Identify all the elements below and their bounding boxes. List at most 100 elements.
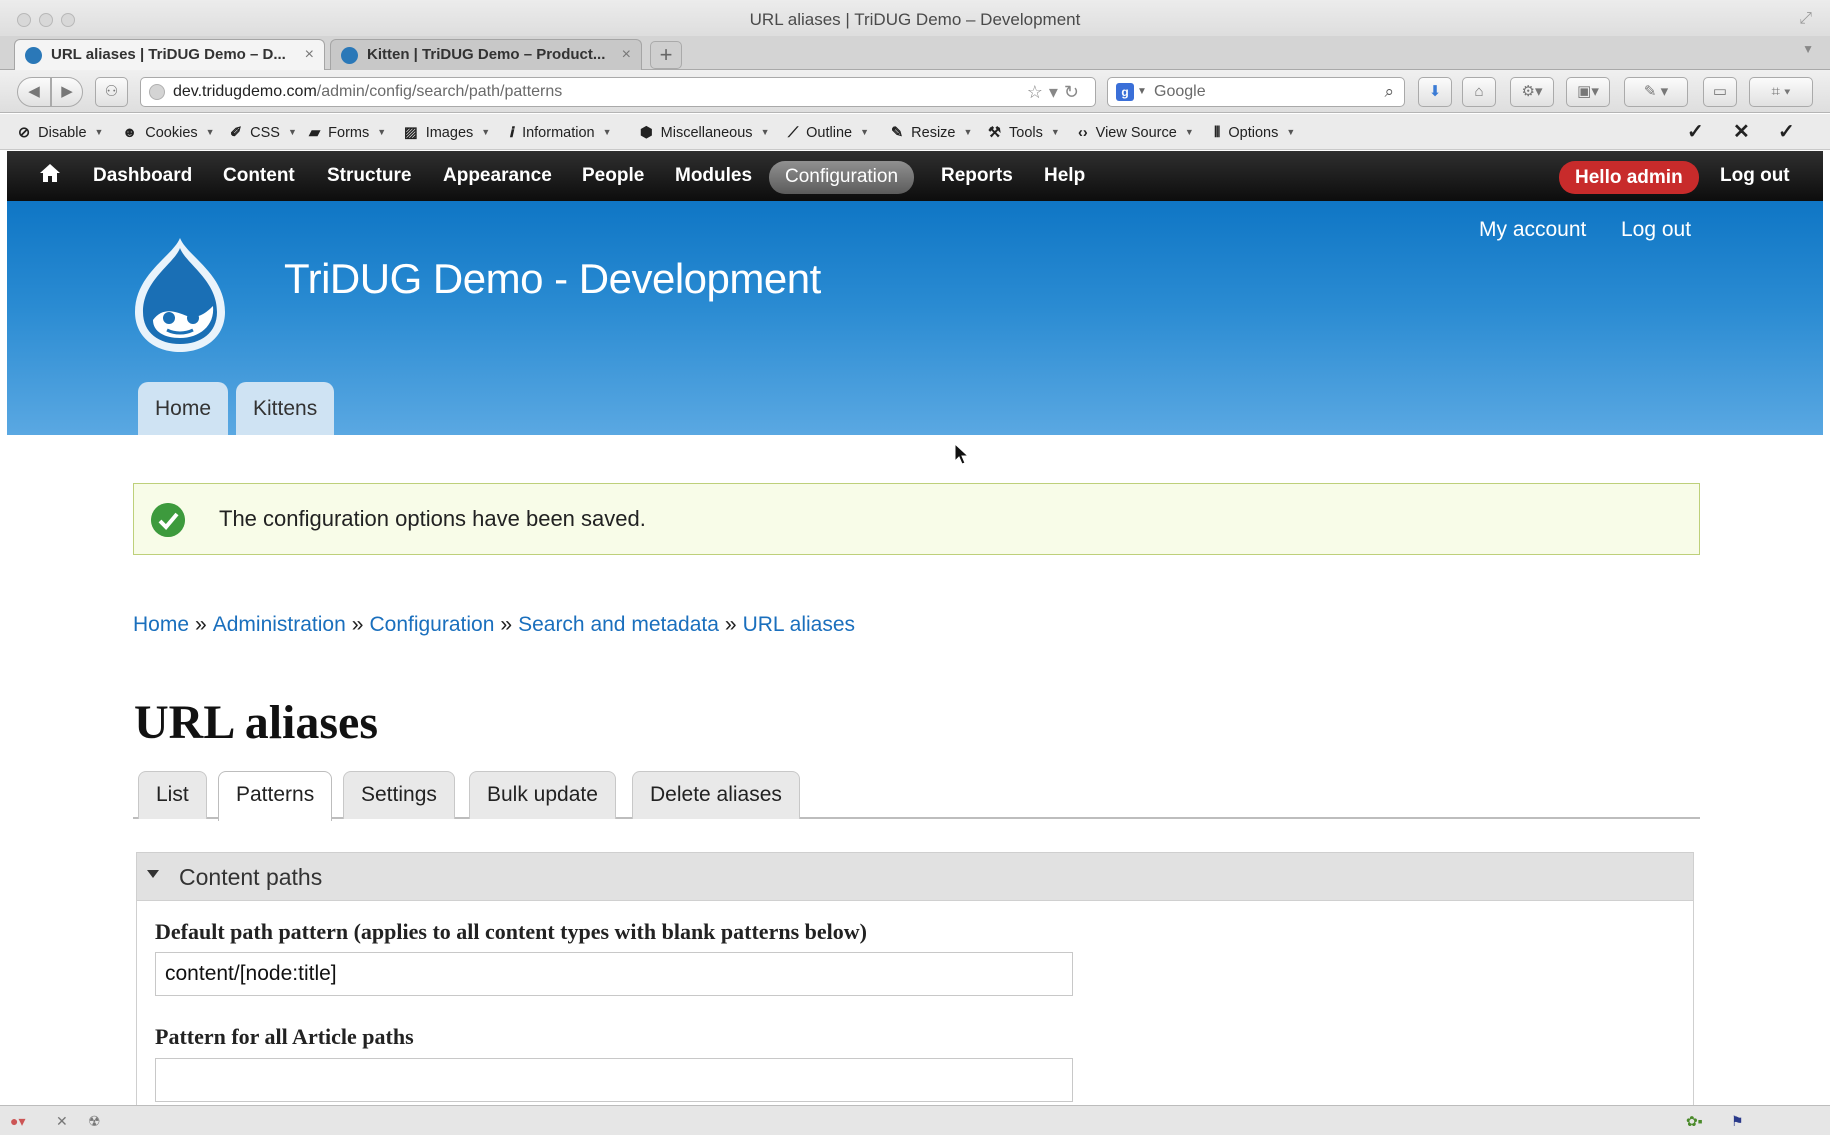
validate-css-check-icon[interactable]: ✓ [1687, 114, 1704, 150]
breadcrumb-home[interactable]: Home [133, 613, 189, 636]
breadcrumb-search-metadata[interactable]: Search and metadata [518, 613, 719, 636]
admin-menu-help[interactable]: Help [1044, 151, 1085, 201]
firebug-icon[interactable]: ☢ [88, 1113, 101, 1130]
admin-menu-modules[interactable]: Modules [675, 151, 752, 201]
search-bar[interactable]: g ▼ Google ⌕ [1107, 77, 1405, 107]
outline-icon: ⟋ [788, 125, 799, 141]
zoom-window-button[interactable] [61, 13, 75, 27]
extension-icon[interactable]: ⚙▾ [1510, 77, 1554, 107]
close-tab-icon[interactable]: × [622, 40, 631, 70]
admin-menu-structure[interactable]: Structure [327, 151, 411, 201]
admin-menu-appearance[interactable]: Appearance [443, 151, 552, 201]
admin-logout-link[interactable]: Log out [1720, 151, 1790, 201]
close-window-button[interactable] [17, 13, 31, 27]
search-engine-icon[interactable]: g [1116, 83, 1134, 101]
browser-status-bar: ●▾ ✕ ☢ ✿▪ ⚑ [0, 1105, 1830, 1135]
close-devbar-icon[interactable]: ✕ [1733, 114, 1750, 150]
mouse-cursor-icon [954, 443, 970, 465]
home-icon[interactable] [39, 162, 61, 184]
tab-list[interactable]: List [138, 771, 207, 819]
url-path: /admin/config/search/path/patterns [316, 83, 563, 100]
dev-menu-forms[interactable]: ▰ Forms ▼ [309, 114, 386, 151]
addon-icon[interactable]: ✎ ▾ [1624, 77, 1688, 107]
admin-menu-reports[interactable]: Reports [941, 151, 1013, 201]
home-icon[interactable]: ⌂ [1462, 77, 1496, 107]
my-account-link[interactable]: My account [1479, 218, 1586, 242]
article-pattern-input[interactable] [155, 1058, 1073, 1102]
drupal-admin-toolbar: Dashboard Content Structure Appearance P… [7, 151, 1823, 201]
main-menu-home[interactable]: Home [138, 382, 229, 435]
dev-menu-tools[interactable]: ⚒ Tools ▼ [988, 114, 1060, 151]
tab-bulk-update[interactable]: Bulk update [469, 771, 616, 819]
admin-menu-content[interactable]: Content [223, 151, 295, 201]
url-host: dev.tridugdemo.com [173, 83, 317, 100]
globe-icon [149, 84, 165, 100]
breadcrumb: Home» Administration» Configuration» Search… [133, 613, 856, 636]
hello-admin-button[interactable]: Hello admin [1559, 161, 1699, 194]
site-name[interactable]: TriDUG Demo - Development [284, 255, 821, 303]
tab-patterns[interactable]: Patterns [218, 771, 333, 821]
tab-delete-aliases[interactable]: Delete aliases [632, 771, 800, 819]
page-title: URL aliases [134, 696, 379, 749]
close-tab-icon[interactable]: × [305, 40, 314, 70]
drupal-logo[interactable] [129, 234, 231, 354]
sidebar-icon[interactable]: ▭ [1703, 77, 1737, 107]
admin-menu-dashboard[interactable]: Dashboard [93, 151, 192, 201]
miscellaneous-icon: ⬢ [640, 125, 653, 141]
chevron-down-icon[interactable]: ▼ [1137, 78, 1147, 106]
window-titlebar: URL aliases | TriDUG Demo – Development … [0, 0, 1830, 40]
checkmark-icon [151, 503, 185, 537]
breadcrumb-configuration[interactable]: Configuration [369, 613, 494, 636]
fieldset-legend[interactable]: Content paths [137, 853, 1693, 901]
dev-menu-view-source[interactable]: ‹› View Source ▼ [1078, 114, 1194, 151]
fullscreen-icon[interactable]: ⤢ [1799, 10, 1812, 28]
disable-icon: ⊘ [18, 125, 31, 141]
flag-icon[interactable]: ⚑ [1731, 1113, 1744, 1130]
dev-menu-cookies[interactable]: ☻ Cookies ▼ [122, 114, 215, 151]
default-path-pattern-input[interactable]: content/[node:title] [155, 952, 1073, 996]
header-logout-link[interactable]: Log out [1621, 218, 1691, 242]
site-identity-icon[interactable]: ⚇ [95, 77, 128, 107]
dev-menu-options[interactable]: ⦀ Options ▼ [1214, 114, 1295, 151]
browser-tab-url-aliases[interactable]: URL aliases | TriDUG Demo – D... × [14, 39, 325, 71]
dev-menu-resize[interactable]: ✎ Resize ▼ [891, 114, 972, 151]
tab-list-icon[interactable]: ▼ [1802, 42, 1814, 56]
window-title: URL aliases | TriDUG Demo – Development [749, 10, 1081, 29]
local-tabs: List Patterns Settings Bulk update Delet… [133, 771, 1700, 821]
screenshot-icon[interactable]: ▣▾ [1566, 77, 1610, 107]
default-path-pattern-label: Default path pattern (applies to all con… [155, 919, 867, 944]
dev-menu-outline[interactable]: ⟋ Outline ▼ [788, 114, 869, 151]
status-addon-icon[interactable]: ✿▪ [1686, 1113, 1703, 1130]
main-menu-kittens[interactable]: Kittens [236, 382, 335, 435]
dev-menu-disable[interactable]: ⊘ Disable ▼ [18, 114, 103, 151]
admin-menu-people[interactable]: People [582, 151, 644, 201]
close-icon[interactable]: ✕ [56, 1113, 68, 1130]
css-icon: ✐ [230, 125, 243, 141]
web-developer-toolbar: ⊘ Disable ▼ ☻ Cookies ▼ ✐ CSS ▼ ▰ Forms ▼ ▨ Image… [0, 114, 1830, 150]
site-header: TriDUG Demo - Development My account Log… [7, 201, 1823, 435]
crop-icon[interactable]: ⌗ ▾ [1749, 77, 1813, 107]
breadcrumb-administration[interactable]: Administration [213, 613, 346, 636]
status-message-text: The configuration options have been save… [219, 506, 646, 531]
search-icon[interactable]: ⌕ [1384, 78, 1394, 106]
browser-tab-kitten[interactable]: Kitten | TriDUG Demo – Product... × [330, 39, 642, 70]
search-placeholder: Google [1154, 83, 1206, 100]
downloads-icon[interactable]: ⬇ [1418, 77, 1452, 107]
forward-button[interactable]: ▶ [51, 77, 83, 107]
breadcrumb-url-aliases[interactable]: URL aliases [743, 613, 855, 636]
dev-menu-miscellaneous[interactable]: ⬢ Miscellaneous ▼ [640, 114, 769, 151]
bookmark-star-icon[interactable]: ☆▾↻ [1027, 78, 1085, 106]
abp-icon[interactable]: ●▾ [10, 1113, 25, 1130]
resize-icon: ✎ [891, 125, 904, 141]
url-bar[interactable]: dev.tridugdemo.com/admin/config/search/p… [140, 77, 1096, 107]
validate-html-check-icon[interactable]: ✓ [1778, 114, 1795, 150]
code-icon: ‹› [1078, 125, 1088, 141]
new-tab-button[interactable]: + [650, 41, 682, 69]
admin-menu-configuration[interactable]: Configuration [769, 161, 915, 194]
dev-menu-information[interactable]: 𝒊 Information ▼ [510, 114, 612, 151]
dev-menu-images[interactable]: ▨ Images ▼ [404, 114, 490, 151]
dev-menu-css[interactable]: ✐ CSS ▼ [230, 114, 297, 151]
minimize-window-button[interactable] [39, 13, 53, 27]
back-button[interactable]: ◀ [17, 77, 51, 107]
tab-settings[interactable]: Settings [343, 771, 455, 819]
